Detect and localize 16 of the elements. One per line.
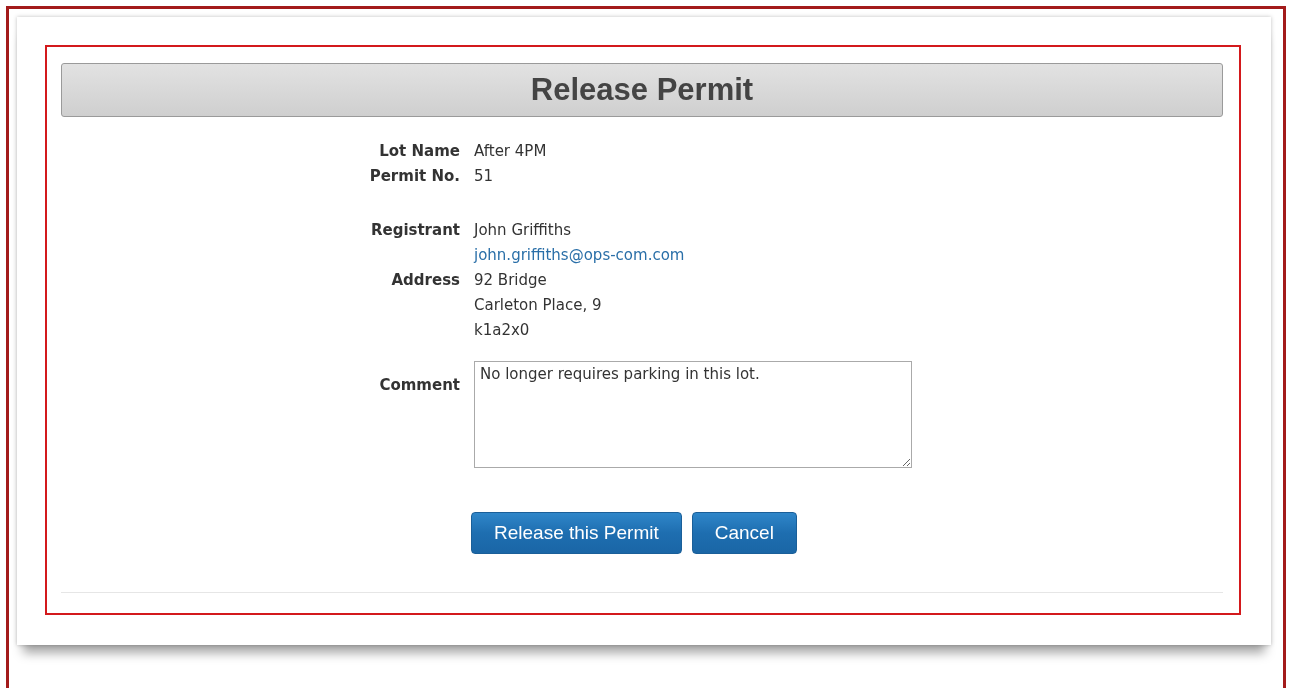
comment-field[interactable]: No longer requires parking in this lot.: [474, 361, 912, 468]
field-label: Lot Name: [379, 141, 460, 162]
field-value: Carleton Place, 9: [474, 295, 602, 316]
field-label: Comment: [379, 375, 460, 396]
field-value: After 4PM: [474, 141, 547, 162]
field-value: k1a2x0: [474, 320, 530, 341]
page-title: Release Permit: [61, 63, 1223, 117]
field-value: John Griffiths: [474, 220, 572, 241]
release-button[interactable]: Release this Permit: [471, 512, 682, 554]
cancel-button[interactable]: Cancel: [691, 512, 797, 554]
field-label: Address: [391, 270, 460, 291]
field-value: 51: [474, 166, 494, 187]
field-label: Permit No.: [369, 166, 460, 187]
email-link[interactable]: john.griffiths@ops-com.com: [474, 243, 685, 268]
field-label: Registrant: [370, 220, 460, 241]
field-value: 92 Bridge: [474, 270, 547, 291]
